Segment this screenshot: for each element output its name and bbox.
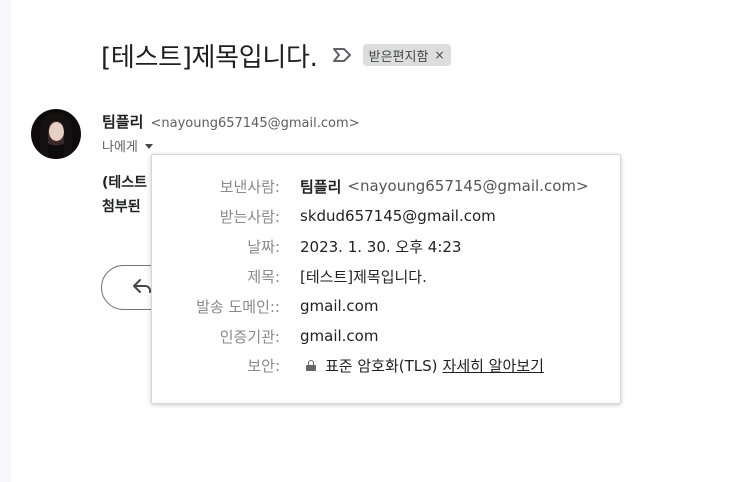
remove-label-icon[interactable]: ×: [434, 48, 444, 62]
details-security-label: 보안:: [247, 356, 280, 375]
recipient-summary: 나에게: [102, 140, 138, 155]
email-body-line: (테스트: [102, 175, 148, 191]
subject-row: [테스트]제목입니다. 받은편지함 ×: [101, 38, 451, 73]
details-from-row: 보낸사람: 팀플리 <nayoung657145@gmail.com>: [152, 175, 622, 197]
sender-email: <nayoung657145@gmail.com>: [150, 116, 360, 131]
email-subject: [테스트]제목입니다.: [101, 42, 318, 73]
caret-down-icon[interactable]: [144, 144, 153, 149]
recipient-row: 나에게: [102, 136, 153, 155]
details-signed-by-row: 인증기관: gmail.com: [152, 325, 622, 347]
details-to-label: 받는사람:: [219, 207, 280, 226]
details-signed-by-label: 인증기관:: [219, 327, 280, 346]
email-body-line: 첨부된: [102, 199, 141, 215]
details-to-row: 받는사람: skdud657145@gmail.com: [152, 205, 622, 227]
details-subject-label: 제목:: [247, 267, 280, 286]
details-security-value: 표준 암호화(TLS) 자세히 알아보기: [298, 355, 544, 376]
sender-name[interactable]: 팀플리: [102, 113, 143, 131]
lock-icon: [306, 359, 316, 371]
details-security-row: 보안: 표준 암호화(TLS) 자세히 알아보기: [152, 354, 622, 376]
security-encryption-text: 표준 암호화(TLS): [325, 356, 438, 375]
details-to-value: skdud657145@gmail.com: [300, 207, 496, 225]
avatar-hair: [40, 113, 72, 157]
details-date-label: 날짜:: [247, 237, 280, 256]
learn-more-link[interactable]: 자세히 알아보기: [443, 355, 544, 376]
reply-icon: [132, 278, 152, 298]
details-from-name: 팀플리: [300, 177, 342, 196]
sender-row: 팀플리 <nayoung657145@gmail.com>: [102, 111, 360, 132]
details-signed-by-value: gmail.com: [300, 327, 379, 345]
details-from-label: 보낸사람:: [219, 177, 280, 196]
inbox-label-text: 받은편지함: [368, 49, 429, 65]
details-subject-row: 제목: [테스트]제목입니다.: [152, 265, 622, 287]
message-details-popup: 보낸사람: 팀플리 <nayoung657145@gmail.com> 받는사람…: [151, 154, 621, 404]
details-from-email: <nayoung657145@gmail.com>: [347, 177, 589, 195]
details-mailed-by-label: 발송 도메인::: [196, 297, 280, 316]
details-mailed-by-row: 발송 도메인:: gmail.com: [152, 295, 622, 317]
details-date-row: 날짜: 2023. 1. 30. 오후 4:23: [152, 235, 622, 257]
details-date-value: 2023. 1. 30. 오후 4:23: [300, 237, 462, 256]
left-sidebar-strip: [0, 0, 11, 482]
sender-avatar[interactable]: [31, 109, 81, 159]
important-marker-icon[interactable]: [332, 47, 352, 63]
details-mailed-by-value: gmail.com: [300, 297, 379, 315]
details-subject-value: [테스트]제목입니다.: [300, 267, 427, 286]
details-from-value: 팀플리 <nayoung657145@gmail.com>: [300, 176, 589, 197]
inbox-label-chip[interactable]: 받은편지함 ×: [362, 44, 451, 66]
